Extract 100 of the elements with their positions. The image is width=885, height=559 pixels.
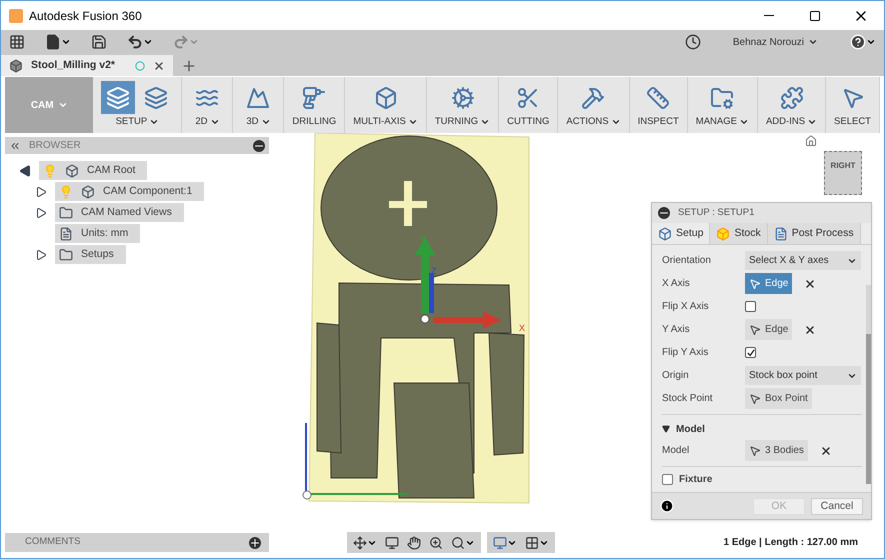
puzzle-icon [780,86,804,110]
checkbox[interactable] [662,474,673,485]
cancel-button[interactable]: Cancel [811,498,863,514]
ribbon-menu[interactable]: DRILLING [292,114,336,129]
document-icon [774,226,788,240]
clear-icon[interactable] [804,278,816,290]
tree-item[interactable]: CAM Named Views [55,203,184,222]
home-icon[interactable] [805,135,817,147]
dropdown-field[interactable]: Select X & Y axes [745,251,861,270]
field-label: Stock Point [662,392,714,406]
status-text: 1 Edge | Length : 127.00 mm [723,536,858,550]
selection-button[interactable]: Edge [745,273,792,294]
cube-icon [9,58,23,72]
selection-button[interactable]: Edge [745,319,792,340]
checkbox-label: Fixture [679,473,712,487]
field-label: Flip Y Axis [662,346,710,360]
minimize-icon[interactable] [658,207,670,219]
gear-icon [450,86,474,110]
component-icon [65,164,79,178]
checkbox[interactable] [745,347,756,358]
new-tab-icon[interactable] [181,58,197,74]
ribbon-menu[interactable]: 2D [195,114,220,129]
ribbon-menu[interactable]: SETUP [116,114,160,129]
ribbon-menu[interactable]: MANAGE [696,114,749,129]
pointer-icon [749,324,761,336]
field-label: Y Axis [662,323,691,337]
checkbox[interactable] [745,301,756,312]
component-icon [81,184,95,198]
caret-icon [808,37,818,47]
undo-icon[interactable] [127,34,143,50]
dialog-tab[interactable]: Post Process [768,223,861,244]
expand-icon[interactable] [35,186,47,198]
zoom-icon[interactable] [429,536,443,550]
ribbon-menu[interactable]: SELECT [834,114,871,129]
ribbon-menu[interactable]: CUTTING [507,114,550,129]
cube-icon [658,226,672,240]
caret-icon [61,37,71,47]
dialog-title: SETUP : SETUP1 [678,206,754,220]
user-menu[interactable]: Behnaz Norouzi [732,34,818,50]
expand-icon[interactable] [35,206,47,218]
caret-icon [143,37,153,47]
dialog-tab[interactable]: Setup [652,223,710,244]
info-icon[interactable] [660,499,674,513]
display-icon[interactable] [493,536,507,550]
axis-label: X [519,322,526,335]
file-icon[interactable] [45,34,61,50]
app-logo-icon [9,8,23,22]
caret-icon [866,37,876,47]
section-header[interactable]: Model [662,419,705,439]
tool-button[interactable] [101,81,136,114]
folder-icon [59,248,73,262]
folder-icon [59,206,73,220]
ribbon-menu[interactable]: INSPECT [638,114,679,129]
minimize-icon[interactable] [253,140,265,152]
dropdown-field[interactable]: Stock box point [745,366,861,385]
ribbon-menu[interactable]: ADD-INS [766,114,818,129]
hammer-icon [581,86,606,110]
ribbon-menu[interactable]: ACTIONS [566,114,621,129]
caret-icon [58,100,68,110]
grid-icon[interactable] [525,536,539,550]
search-icon[interactable] [451,536,465,550]
clock-icon[interactable] [684,34,701,50]
clear-icon[interactable] [804,324,816,336]
dialog-tab[interactable]: Stock [710,223,768,244]
caret-icon [662,425,670,433]
close-icon[interactable] [153,60,165,72]
apps-grid-icon[interactable] [9,34,25,50]
ribbon-menu[interactable]: MULTI-AXIS [353,114,418,129]
pointer-icon [749,444,761,456]
add-icon[interactable] [249,536,261,548]
drill-icon [302,86,326,110]
minimize-icon [764,14,774,16]
field-label: Flip X Axis [662,300,710,314]
selection-button[interactable]: Box Point [745,388,812,409]
selection-button[interactable]: 3 Bodies [745,440,808,461]
cube-icon [716,226,730,240]
folder-icon [710,86,734,110]
document-tab[interactable]: Stool_Milling v2* [1,55,173,76]
orbit-icon[interactable] [353,536,367,550]
save-icon[interactable] [91,34,107,50]
tree-item[interactable]: Units: mm [55,224,140,243]
clear-icon[interactable] [820,444,832,456]
surface-icon [246,86,270,110]
ribbon-menu[interactable]: TURNING [434,114,490,129]
view-cube[interactable]: RIGHT [824,151,862,195]
collapse-icon[interactable] [19,164,31,176]
layers-icon [106,86,130,110]
field-label: Origin [662,369,690,383]
field-label: Model [662,444,690,458]
tree-item[interactable]: CAM Component:1 [55,182,204,201]
ribbon-menu[interactable]: 3D [246,114,270,129]
look-at-icon[interactable] [385,536,399,550]
help-icon[interactable] [850,34,866,50]
tree-item[interactable]: Setups [55,245,126,264]
comments-title: COMMENTS [25,535,80,550]
field-label: X Axis [662,277,691,291]
pan-icon[interactable] [407,536,421,550]
tree-item[interactable]: CAM Root [39,161,148,180]
expand-icon[interactable] [35,248,47,260]
window-title: Autodesk Fusion 360 [29,8,142,24]
